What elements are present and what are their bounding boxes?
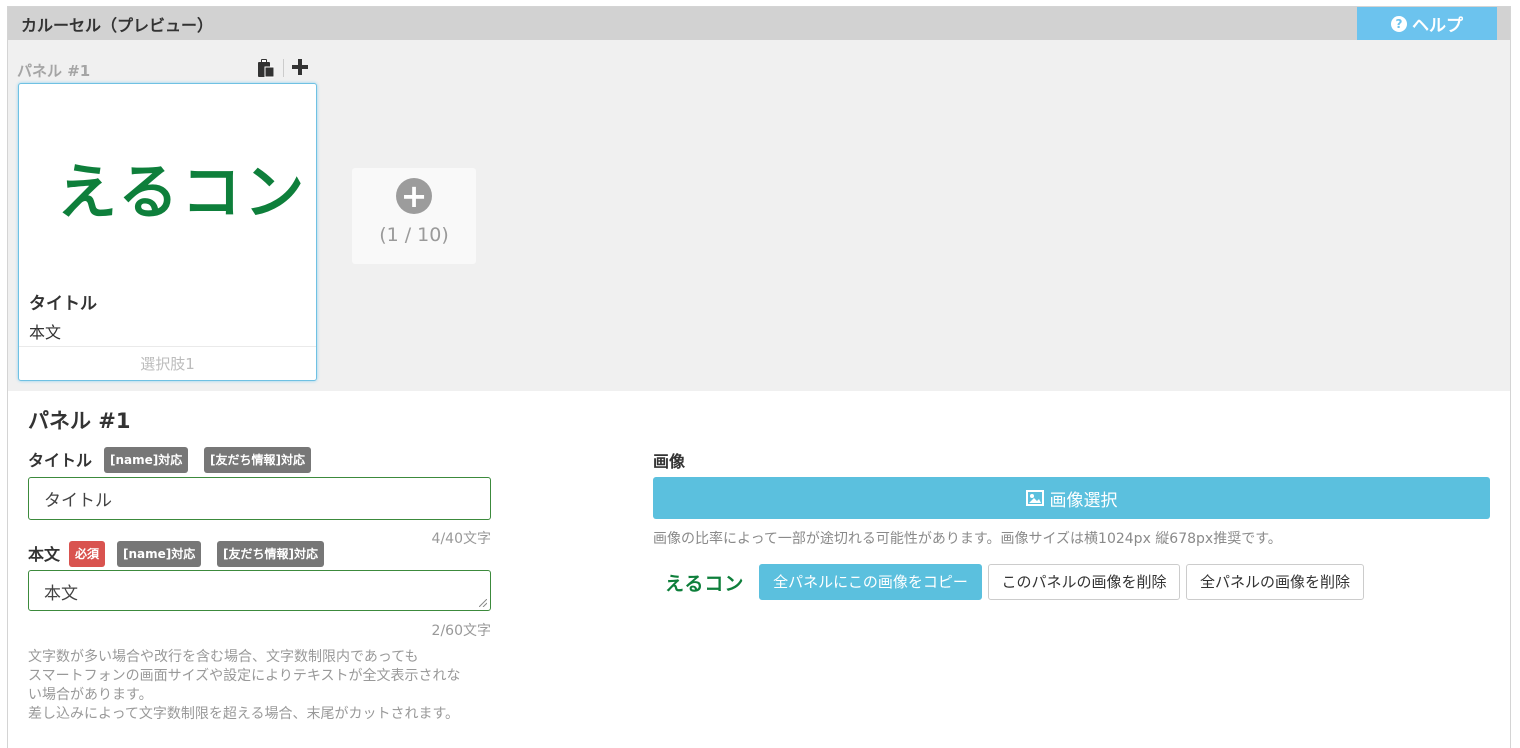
- friend-info-badge: [友だち情報]対応: [217, 541, 324, 567]
- preview-header: カルーセル（プレビュー） ? ヘルプ: [8, 7, 1510, 40]
- card-body: 本文: [29, 323, 62, 342]
- add-panel-button[interactable]: + (1 / 10): [352, 168, 476, 264]
- note-line: 文字数が多い場合や改行を含む場合、文字数制限内であっても: [28, 649, 419, 665]
- note-line: い場合があります。: [28, 687, 153, 703]
- plus-circle-icon: +: [396, 178, 432, 214]
- plus-icon[interactable]: [291, 57, 309, 77]
- image-select-label: 画像選択: [1049, 490, 1118, 511]
- panel-caption: パネル #1: [17, 62, 91, 80]
- panel-count: (1 / 10): [379, 224, 449, 246]
- name-support-badge: [name]対応: [117, 541, 202, 567]
- help-label: ヘルプ: [1412, 16, 1463, 36]
- editor-heading: パネル #1: [28, 409, 131, 433]
- panel-card[interactable]: えるコン タイトル 本文 選択肢1: [18, 83, 317, 381]
- body-textarea[interactable]: 本文: [28, 570, 491, 611]
- copy-image-all-button[interactable]: 全パネルにこの画像をコピー: [759, 564, 982, 600]
- note-line: スマートフォンの画面サイズや設定によりテキストが全文表示されな: [28, 668, 461, 684]
- body-label: 本文: [28, 545, 61, 564]
- delete-all-images-button[interactable]: 全パネルの画像を削除: [1186, 564, 1364, 600]
- delete-panel-image-button[interactable]: このパネルの画像を削除: [988, 564, 1180, 600]
- note-line: 差し込みによって文字数制限を超える場合、末尾がカットされます。: [28, 706, 460, 722]
- title-input[interactable]: [28, 477, 491, 520]
- friend-info-badge: [友だち情報]対応: [204, 447, 311, 473]
- image-thumbnail: えるコン: [665, 573, 745, 595]
- carousel-preview: パネル #1 えるコン タイトル 本文 選択肢1 + (1 / 10): [8, 40, 1510, 391]
- carousel-editor: カルーセル（プレビュー） ? ヘルプ パネル #1 えるコン タイトル 本文 選…: [7, 6, 1511, 748]
- image-label: 画像: [653, 452, 686, 471]
- title-label: タイトル: [28, 451, 93, 470]
- text-length-note: 文字数が多い場合や改行を含む場合、文字数制限内であっても スマートフォンの画面サ…: [28, 648, 508, 724]
- question-circle-icon: ?: [1391, 15, 1407, 32]
- image-icon: [1025, 490, 1044, 506]
- name-support-badge: [name]対応: [104, 447, 189, 473]
- clipboard-icon[interactable]: [256, 58, 274, 78]
- image-select-button[interactable]: 画像選択: [653, 477, 1490, 519]
- image-size-note: 画像の比率によって一部が途切れる可能性があります。画像サイズは横1024px 縦…: [653, 531, 1282, 547]
- card-image-logo: えるコン: [57, 158, 308, 228]
- required-badge: 必須: [69, 541, 106, 567]
- body-counter: 2/60文字: [431, 623, 491, 639]
- card-choice-button[interactable]: 選択肢1: [19, 346, 316, 381]
- header-title: カルーセル（プレビュー）: [21, 16, 214, 35]
- resize-handle-icon[interactable]: [479, 599, 487, 607]
- toolbar-divider: [283, 59, 284, 77]
- help-button[interactable]: ? ヘルプ: [1357, 7, 1497, 40]
- body-textarea-value: 本文: [44, 584, 78, 604]
- card-title: タイトル: [29, 294, 97, 314]
